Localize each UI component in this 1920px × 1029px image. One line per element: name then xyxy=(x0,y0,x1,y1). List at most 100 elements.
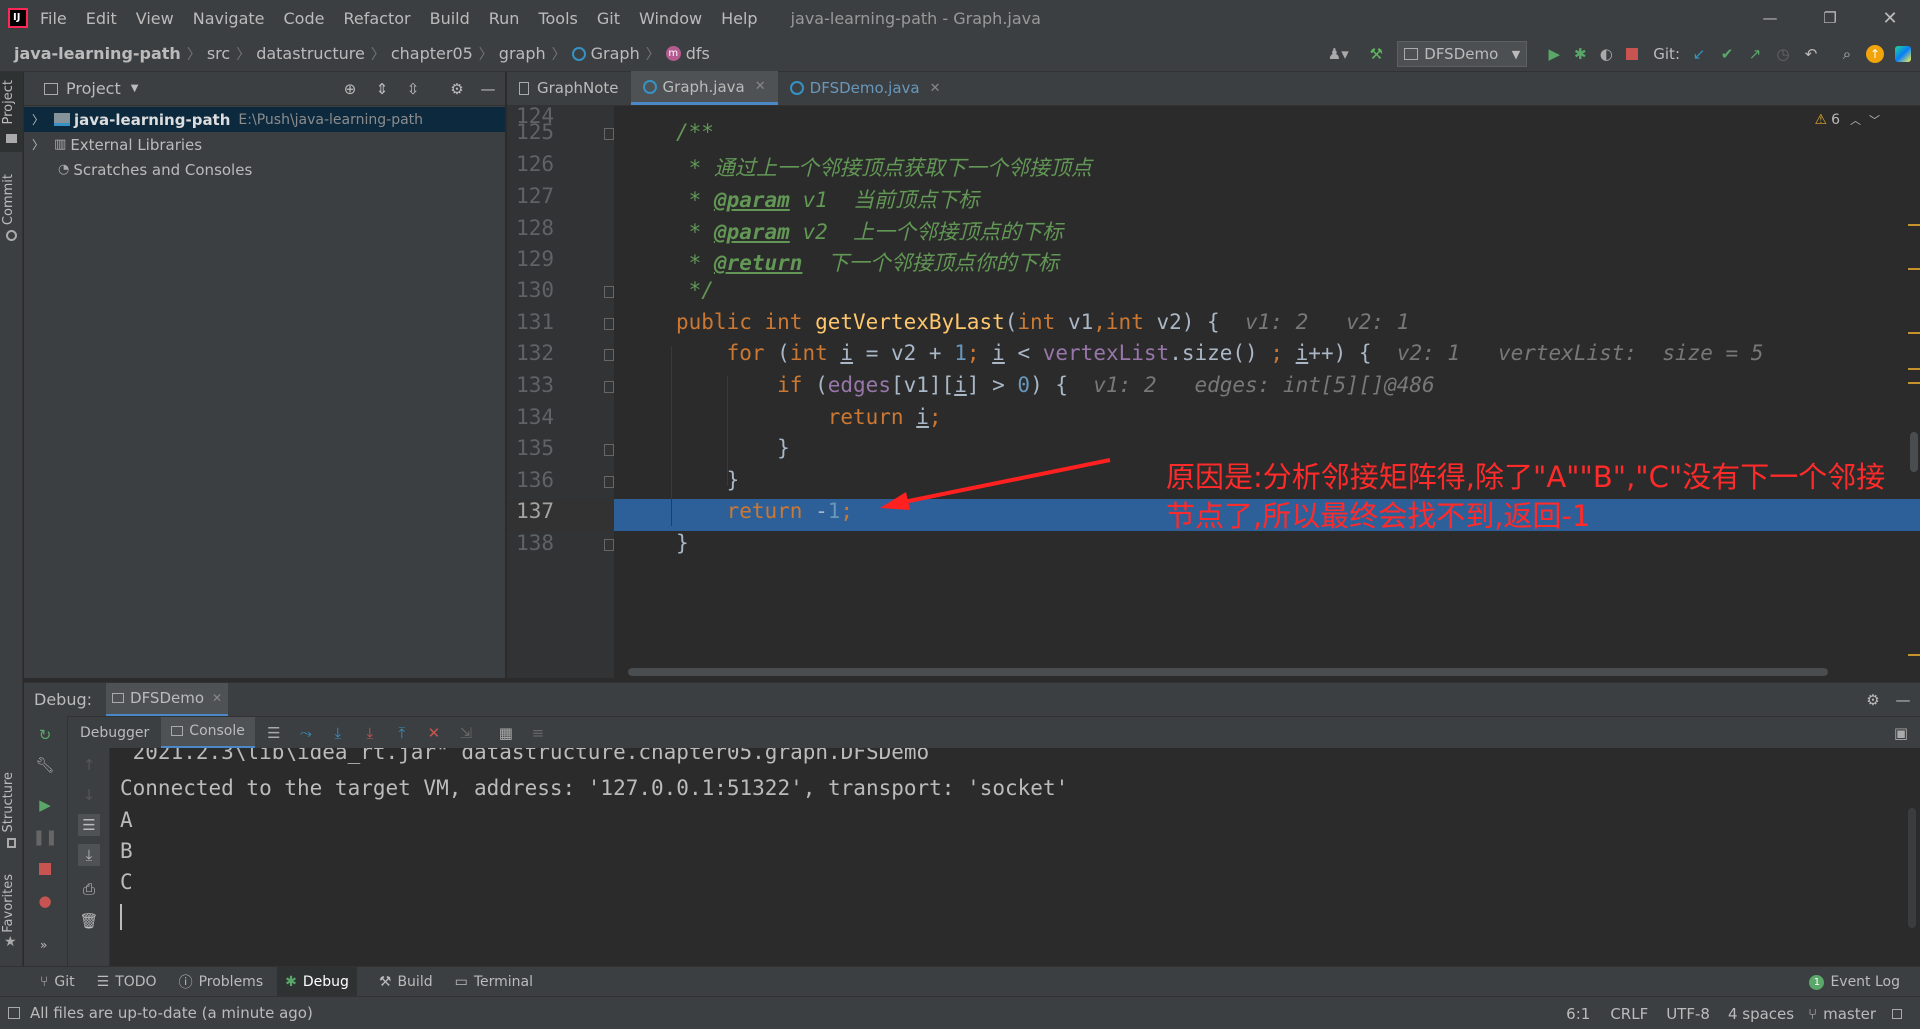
menu-file[interactable]: File xyxy=(40,9,67,28)
step-into-icon[interactable]: ⤓ xyxy=(359,722,381,744)
breadcrumb-graph[interactable]: graph xyxy=(499,44,546,63)
fold-marker-icon[interactable] xyxy=(604,539,614,551)
tab-graphnote[interactable]: GraphNote xyxy=(507,71,631,105)
git-branch[interactable]: master xyxy=(1823,1005,1876,1023)
fold-marker-icon[interactable] xyxy=(604,476,614,488)
step-over-icon[interactable]: ⤓ xyxy=(327,722,349,744)
locate-icon[interactable]: ⊕ xyxy=(339,78,361,100)
resume-icon[interactable]: ▶ xyxy=(34,794,56,816)
rerun-icon[interactable]: ↻ xyxy=(34,724,56,746)
tree-item-scratches[interactable]: ◔ Scratches and Consoles xyxy=(24,157,505,182)
fold-marker-icon[interactable] xyxy=(604,349,614,361)
trash-icon[interactable]: 🗑︎ xyxy=(78,910,100,932)
project-panel-title[interactable]: Project xyxy=(66,79,121,98)
gear-icon[interactable]: ⚙ xyxy=(1862,689,1884,711)
jetbrains-icon[interactable] xyxy=(1892,43,1914,65)
fold-marker-icon[interactable] xyxy=(604,444,614,456)
caret-position[interactable]: 6:1 xyxy=(1566,1005,1590,1023)
chevron-down-icon[interactable]: ▼ xyxy=(131,83,139,94)
close-button[interactable]: ✕ xyxy=(1860,0,1920,36)
vertical-scrollbar[interactable] xyxy=(1910,432,1918,472)
menu-git[interactable]: Git xyxy=(597,9,620,28)
horizontal-scrollbar[interactable] xyxy=(628,668,1828,676)
line-separator[interactable]: CRLF xyxy=(1610,1005,1648,1023)
indent-setting[interactable]: 4 spaces xyxy=(1728,1005,1794,1023)
collapse-all-icon[interactable]: ⇳ xyxy=(402,78,424,100)
chevron-down-icon[interactable]: ﹀ xyxy=(1869,112,1880,128)
project-tool-label[interactable]: Project xyxy=(1,80,16,124)
breadcrumb-datastructure[interactable]: datastructure xyxy=(256,44,365,63)
breadcrumb-class-graph[interactable]: Graph xyxy=(591,44,640,63)
scroll-to-end-icon[interactable]: ⤓ xyxy=(78,844,100,866)
git-rollback-icon[interactable]: ↶ xyxy=(1800,43,1822,65)
file-encoding[interactable]: UTF-8 xyxy=(1666,1005,1710,1023)
breadcrumb-chapter05[interactable]: chapter05 xyxy=(391,44,473,63)
fold-marker-icon[interactable] xyxy=(604,128,614,140)
pause-icon[interactable]: ❚❚ xyxy=(32,826,57,848)
tool-window-git[interactable]: ⑂ Git xyxy=(40,974,75,990)
breadcrumb-src[interactable]: src xyxy=(207,44,230,63)
git-commit-icon[interactable]: ✔ xyxy=(1716,43,1738,65)
evaluate-icon[interactable]: ▦ xyxy=(495,722,517,744)
commit-tool-label[interactable]: Commit xyxy=(1,174,16,225)
fold-marker-icon[interactable] xyxy=(604,286,614,298)
arrow-down-icon[interactable]: ↓ xyxy=(78,784,100,806)
tree-item-project-root[interactable]: 〉 java-learning-path E:\Push\java-learni… xyxy=(24,107,505,132)
run-config-dropdown[interactable]: DFSDemo ▼ xyxy=(1397,41,1528,67)
show-execution-point-icon[interactable]: ⤳ xyxy=(295,722,317,744)
menu-tools[interactable]: Tools xyxy=(538,9,577,28)
tool-window-problems[interactable]: ⓘ Problems xyxy=(179,972,264,992)
tree-item-external-libraries[interactable]: 〉 ▥ External Libraries xyxy=(24,132,505,157)
tool-window-build[interactable]: ⚒ Build xyxy=(379,974,433,990)
more-icon[interactable]: » xyxy=(40,938,47,952)
tool-window-terminal[interactable]: ▭ Terminal xyxy=(455,974,533,990)
view-breakpoints-icon[interactable]: ● xyxy=(34,890,56,912)
tab-debugger[interactable]: Debugger xyxy=(68,717,161,749)
tab-graph-java[interactable]: Graph.java ✕ xyxy=(630,71,778,105)
arrow-up-icon[interactable]: ↑ xyxy=(78,754,100,776)
tool-window-debug[interactable]: ✱ Debug xyxy=(277,966,357,997)
console-output[interactable]: 2021.2.3\lib\idea_rt.jar" datastructure.… xyxy=(110,748,1920,966)
menu-navigate[interactable]: Navigate xyxy=(193,9,265,28)
stop-icon[interactable] xyxy=(34,858,56,880)
run-to-cursor-icon[interactable]: ⇲ xyxy=(455,722,477,744)
breadcrumb-method-dfs[interactable]: dfs xyxy=(686,44,710,63)
hide-icon[interactable]: — xyxy=(477,78,499,100)
structure-tool-label[interactable]: Structure xyxy=(1,772,16,832)
event-log-button[interactable]: 1 Event Log xyxy=(1809,974,1900,990)
breadcrumb-project[interactable]: java-learning-path xyxy=(14,44,181,63)
build-hammer-icon[interactable]: ⚒ xyxy=(1365,43,1387,65)
update-icon[interactable]: ↑ xyxy=(1864,43,1886,65)
status-toggle-icon[interactable] xyxy=(8,1007,20,1019)
menu-window[interactable]: Window xyxy=(639,9,702,28)
git-push-icon[interactable]: ↗ xyxy=(1744,43,1766,65)
git-update-icon[interactable]: ↙ xyxy=(1688,43,1710,65)
console-scrollbar[interactable] xyxy=(1908,808,1916,928)
minimize-button[interactable]: — xyxy=(1740,0,1800,36)
chevron-up-icon[interactable]: ︿ xyxy=(1850,112,1861,128)
debug-bug-icon[interactable]: ✱ xyxy=(1569,43,1591,65)
menu-help[interactable]: Help xyxy=(721,9,757,28)
coverage-icon[interactable]: ◐ xyxy=(1595,43,1617,65)
step-out-icon[interactable]: ⤒ xyxy=(391,722,413,744)
search-icon[interactable]: ⌕ xyxy=(1836,43,1858,65)
run-icon[interactable]: ▶ xyxy=(1543,43,1565,65)
gear-icon[interactable]: ⚙ xyxy=(446,78,468,100)
user-icon[interactable]: ♟▾ xyxy=(1327,43,1349,65)
wrench-icon[interactable]: 🔧︎ xyxy=(34,754,56,776)
debug-session-tab[interactable]: DFSDemo ✕ xyxy=(106,682,229,717)
code-editor[interactable]: /** * 通过上一个邻接顶点获取下一个邻接顶点 * @param v1 当前顶… xyxy=(614,106,1920,678)
tab-dfsdemo-java[interactable]: DFSDemo.java ✕ xyxy=(778,71,953,105)
menu-run[interactable]: Run xyxy=(489,9,520,28)
menu-edit[interactable]: Edit xyxy=(86,9,117,28)
favorites-tool-label[interactable]: Favorites xyxy=(1,874,16,933)
close-tab-icon[interactable]: ✕ xyxy=(930,81,941,96)
warnings-indicator[interactable]: ⚠ 6 ︿ ﹀ xyxy=(1815,112,1880,128)
close-tab-icon[interactable]: ✕ xyxy=(212,691,222,705)
restore-button[interactable]: ❐ xyxy=(1800,0,1860,36)
print-icon[interactable]: ⎙ xyxy=(78,878,100,900)
stop-icon[interactable] xyxy=(1621,43,1643,65)
fold-marker-icon[interactable] xyxy=(604,318,614,330)
soft-wrap-icon[interactable]: ☰ xyxy=(78,814,100,836)
chevron-right-icon[interactable]: 〉 xyxy=(32,136,44,153)
